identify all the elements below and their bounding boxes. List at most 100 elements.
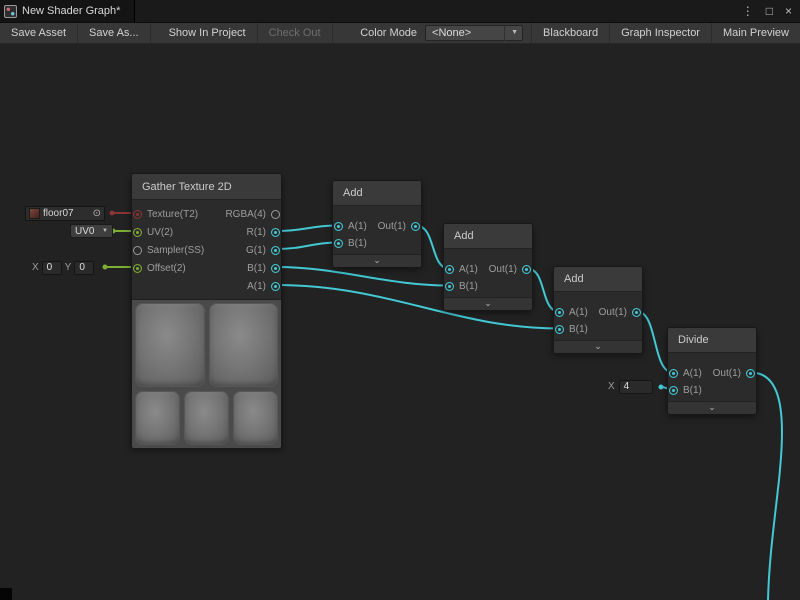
node-title[interactable]: Add bbox=[554, 267, 642, 292]
x-axis-label: X bbox=[608, 381, 615, 392]
out-output-port[interactable] bbox=[411, 222, 420, 231]
port-label: B(1) bbox=[683, 385, 702, 396]
rgba-output-port[interactable] bbox=[271, 210, 280, 219]
collapse-chevron-icon[interactable]: ⌄ bbox=[333, 254, 421, 267]
save-asset-button[interactable]: Save Asset bbox=[0, 23, 78, 43]
object-picker-icon[interactable]: ⊙ bbox=[93, 208, 101, 219]
port-label: R(1) bbox=[247, 227, 266, 238]
port-row: A(1) bbox=[132, 277, 281, 295]
window-close-icon[interactable]: × bbox=[785, 4, 792, 18]
uv-channel-value: UV0 bbox=[75, 226, 94, 237]
texture-input-port[interactable] bbox=[133, 210, 142, 219]
offset-x-input[interactable]: 0 bbox=[42, 261, 62, 275]
b-input-port[interactable] bbox=[669, 386, 678, 395]
b-output-port[interactable] bbox=[271, 264, 280, 273]
color-mode-dropdown[interactable]: <None> ▼ bbox=[425, 25, 523, 41]
texture-thumbnail bbox=[29, 208, 40, 219]
shader-graph-toolbar: Save Asset Save As... Show In Project Ch… bbox=[0, 22, 800, 44]
save-as-button[interactable]: Save As... bbox=[78, 23, 151, 43]
window-maximize-icon[interactable]: □ bbox=[766, 4, 773, 18]
shader-graph-icon bbox=[4, 5, 17, 18]
divide-b-input[interactable]: 4 bbox=[619, 380, 653, 394]
sampler-input-port[interactable] bbox=[133, 246, 142, 255]
node-add-1[interactable]: Add A(1) B(1) Out(1) ⌄ bbox=[332, 180, 422, 267]
edge-b-to-add2-b[interactable] bbox=[276, 267, 449, 286]
node-title[interactable]: Add bbox=[444, 224, 532, 249]
x4-widget-port[interactable] bbox=[659, 385, 664, 390]
blackboard-toggle-button[interactable]: Blackboard bbox=[531, 23, 609, 43]
offset-vector2-field: X 0 Y 0 bbox=[32, 260, 94, 275]
check-out-button: Check Out bbox=[258, 23, 333, 43]
out-output-port[interactable] bbox=[632, 308, 641, 317]
chevron-down-icon: ▼ bbox=[102, 228, 108, 234]
port-label: B(1) bbox=[348, 238, 367, 249]
a-input-port[interactable] bbox=[334, 222, 343, 231]
color-mode-label: Color Mode bbox=[346, 23, 425, 43]
port-row: UV(2) R(1) bbox=[132, 223, 281, 241]
port-label: A(1) bbox=[348, 221, 367, 232]
collapse-chevron-icon[interactable]: ⌄ bbox=[444, 297, 532, 310]
node-title[interactable]: Add bbox=[333, 181, 421, 206]
window-menu-icon[interactable]: ⋮ bbox=[742, 4, 754, 18]
shader-graph-tab[interactable]: New Shader Graph* bbox=[0, 0, 135, 22]
x-axis-label: X bbox=[32, 262, 39, 273]
node-gather-texture-2d[interactable]: Gather Texture 2D Texture(T2) RGBA(4) UV… bbox=[131, 173, 282, 447]
texture-widget-port[interactable] bbox=[110, 211, 115, 216]
offset-input-port[interactable] bbox=[133, 264, 142, 273]
port-row: Sampler(SS) G(1) bbox=[132, 241, 281, 259]
a-input-port[interactable] bbox=[555, 308, 564, 317]
a-input-port[interactable] bbox=[669, 369, 678, 378]
port-label: Out(1) bbox=[713, 368, 741, 379]
port-label: A(1) bbox=[683, 368, 702, 379]
a-input-port[interactable] bbox=[445, 265, 454, 274]
b-input-port[interactable] bbox=[445, 282, 454, 291]
y-axis-label: Y bbox=[65, 262, 72, 273]
port-label: Offset(2) bbox=[147, 263, 186, 274]
color-mode-value: <None> bbox=[432, 27, 471, 39]
port-label: Sampler(SS) bbox=[147, 245, 204, 256]
g-output-port[interactable] bbox=[271, 246, 280, 255]
out-output-port[interactable] bbox=[522, 265, 531, 274]
port-label: Out(1) bbox=[378, 221, 406, 232]
texture-name: floor07 bbox=[43, 208, 90, 219]
port-label: Out(1) bbox=[599, 307, 627, 318]
port-label: A(1) bbox=[569, 307, 588, 318]
port-label: B(1) bbox=[459, 281, 478, 292]
out-output-port[interactable] bbox=[746, 369, 755, 378]
node-add-3[interactable]: Add A(1) B(1) Out(1) ⌄ bbox=[553, 266, 643, 353]
node-title[interactable]: Divide bbox=[668, 328, 756, 353]
uv-input-port[interactable] bbox=[133, 228, 142, 237]
stone-tile bbox=[233, 391, 278, 445]
stone-tile bbox=[135, 303, 205, 387]
port-label: A(1) bbox=[247, 281, 266, 292]
stone-tile bbox=[209, 303, 279, 387]
offset-widget-port[interactable] bbox=[103, 265, 108, 270]
port-label: G(1) bbox=[246, 245, 266, 256]
node-title[interactable]: Gather Texture 2D bbox=[132, 174, 281, 200]
collapse-chevron-icon[interactable]: ⌄ bbox=[554, 340, 642, 353]
port-label: Texture(T2) bbox=[147, 209, 198, 220]
node-divide[interactable]: Divide A(1) B(1) Out(1) ⌄ bbox=[667, 327, 757, 414]
uv-channel-dropdown[interactable]: UV0 ▼ bbox=[70, 224, 113, 238]
chevron-down-icon: ▼ bbox=[504, 25, 518, 41]
collapse-chevron-icon[interactable]: ⌄ bbox=[668, 401, 756, 414]
port-label: B(1) bbox=[569, 324, 588, 335]
edge-r-to-add1-a[interactable] bbox=[276, 226, 338, 232]
offset-y-input[interactable]: 0 bbox=[74, 261, 94, 275]
b-input-port[interactable] bbox=[334, 239, 343, 248]
show-in-project-button[interactable]: Show In Project bbox=[158, 23, 258, 43]
node-add-2[interactable]: Add A(1) B(1) Out(1) ⌄ bbox=[443, 223, 533, 310]
port-row: Offset(2) B(1) bbox=[132, 259, 281, 277]
r-output-port[interactable] bbox=[271, 228, 280, 237]
graph-edges-layer bbox=[0, 0, 800, 600]
graph-inspector-toggle-button[interactable]: Graph Inspector bbox=[609, 23, 711, 43]
a-output-port[interactable] bbox=[271, 282, 280, 291]
texture-object-field[interactable]: floor07 ⊙ bbox=[25, 206, 105, 221]
window-titlebar: New Shader Graph* ⋮ □ × bbox=[0, 0, 800, 22]
port-label: UV(2) bbox=[147, 227, 173, 238]
b-input-port[interactable] bbox=[555, 325, 564, 334]
corner-box bbox=[0, 588, 12, 600]
main-preview-toggle-button[interactable]: Main Preview bbox=[711, 23, 800, 43]
edge-g-to-add1-b[interactable] bbox=[276, 243, 338, 250]
port-label: A(1) bbox=[459, 264, 478, 275]
